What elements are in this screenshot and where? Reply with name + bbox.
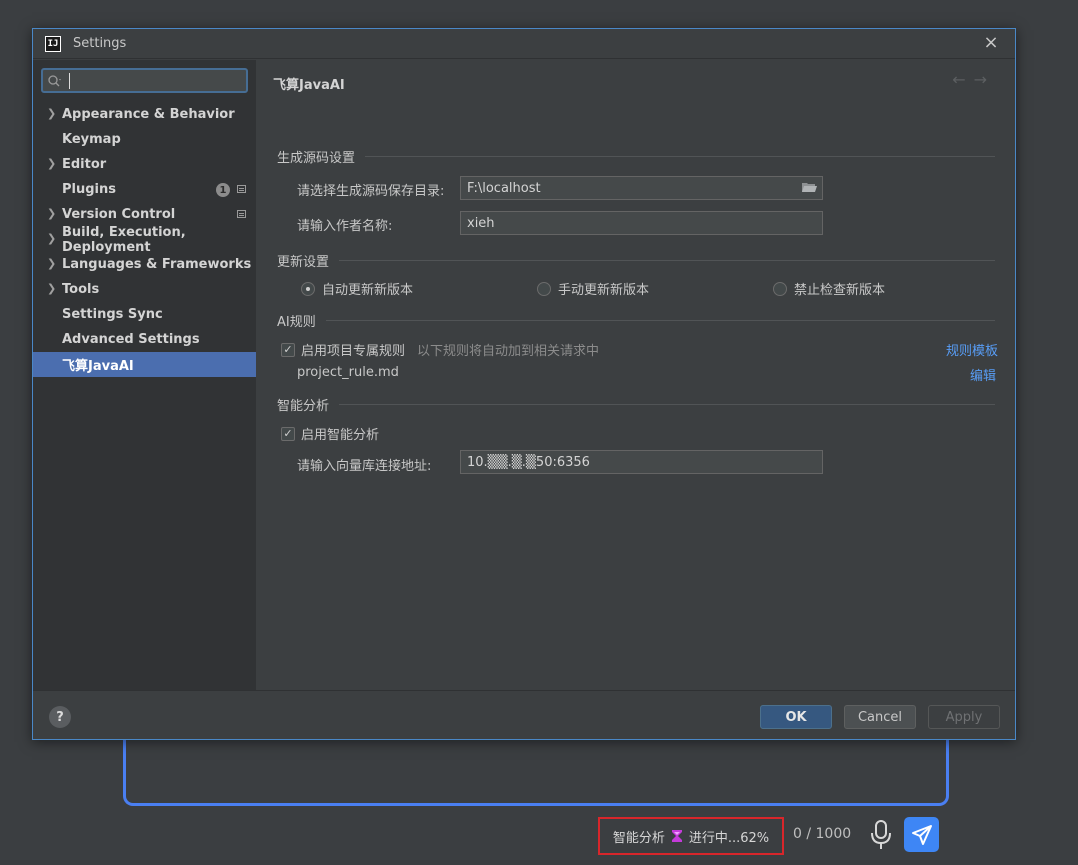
sidebar-item-feisuan-javaai[interactable]: 飞算JavaAI bbox=[33, 352, 256, 377]
checkmark-icon[interactable]: ✓ bbox=[281, 427, 295, 441]
char-counter: 0 / 1000 bbox=[793, 826, 851, 842]
divider bbox=[365, 156, 995, 157]
send-icon bbox=[911, 824, 933, 846]
microphone-icon[interactable] bbox=[868, 818, 894, 852]
sidebar-item-version-control[interactable]: ❯Version Control bbox=[33, 202, 256, 227]
radio-icon[interactable] bbox=[537, 282, 551, 296]
dialog-footer: ? OK Cancel Apply bbox=[33, 690, 1015, 739]
rule-template-link[interactable]: 规则模板 bbox=[946, 340, 998, 359]
cancel-button[interactable]: Cancel bbox=[844, 705, 916, 729]
section-update: 更新设置 bbox=[277, 251, 995, 270]
radio-disable-update[interactable]: 禁止检查新版本 bbox=[773, 279, 885, 298]
section-generate: 生成源码设置 bbox=[277, 147, 995, 166]
text-caret bbox=[69, 73, 70, 89]
project-settings-icon bbox=[237, 210, 246, 218]
chevron-right-icon[interactable]: ❯ bbox=[47, 207, 56, 220]
sidebar-item-plugins[interactable]: Plugins1 bbox=[33, 177, 256, 202]
settings-sidebar: ❯Appearance & Behavior Keymap ❯Editor Pl… bbox=[33, 60, 256, 690]
folder-icon[interactable] bbox=[802, 182, 817, 193]
send-button[interactable] bbox=[904, 817, 939, 852]
edit-link[interactable]: 编辑 bbox=[970, 365, 996, 384]
rule-hint: 以下规则将自动加到相关请求中 bbox=[417, 340, 599, 359]
back-arrow-icon[interactable]: ← bbox=[952, 70, 973, 89]
divider bbox=[339, 260, 995, 261]
author-field[interactable]: xieh bbox=[460, 211, 823, 235]
checkmark-icon[interactable]: ✓ bbox=[281, 343, 295, 357]
radio-manual-update[interactable]: 手动更新新版本 bbox=[537, 279, 649, 298]
close-button[interactable]: × bbox=[983, 35, 999, 51]
chevron-right-icon[interactable]: ❯ bbox=[47, 232, 56, 245]
save-dir-label: 请选择生成源码保存目录: bbox=[297, 180, 444, 199]
help-button[interactable]: ? bbox=[49, 706, 71, 728]
settings-content: 飞算JavaAI ←→ 生成源码设置 请选择生成源码保存目录: F:\local… bbox=[256, 60, 1015, 690]
settings-tree: ❯Appearance & Behavior Keymap ❯Editor Pl… bbox=[33, 102, 256, 377]
chevron-right-icon[interactable]: ❯ bbox=[47, 257, 56, 270]
chevron-right-icon[interactable]: ❯ bbox=[47, 157, 56, 170]
section-ai-rule: AI规则 bbox=[277, 311, 995, 330]
status-progress: 进行中...62% bbox=[689, 827, 769, 846]
author-label: 请输入作者名称: bbox=[297, 215, 392, 234]
dialog-title: Settings bbox=[73, 36, 126, 51]
chevron-right-icon[interactable]: ❯ bbox=[47, 107, 56, 120]
apply-button[interactable]: Apply bbox=[928, 705, 1000, 729]
section-smart-analysis: 智能分析 bbox=[277, 395, 995, 414]
ok-button[interactable]: OK bbox=[760, 705, 832, 729]
sidebar-item-keymap[interactable]: Keymap bbox=[33, 127, 256, 152]
project-settings-icon bbox=[237, 185, 246, 193]
radio-auto-update[interactable]: 自动更新新版本 bbox=[301, 279, 413, 298]
rule-file-name: project_rule.md bbox=[297, 365, 399, 380]
forward-arrow-icon[interactable]: → bbox=[974, 70, 995, 89]
history-nav: ←→ bbox=[952, 70, 995, 89]
chevron-right-icon[interactable]: ❯ bbox=[47, 282, 56, 295]
title-bar: IJ Settings × bbox=[33, 29, 1015, 59]
save-dir-field[interactable]: F:\localhost bbox=[460, 176, 823, 200]
sidebar-item-languages[interactable]: ❯Languages & Frameworks bbox=[33, 252, 256, 277]
enable-rule-checkbox[interactable]: ✓ 启用项目专属规则 以下规则将自动加到相关请求中 bbox=[281, 340, 599, 359]
sidebar-item-appearance[interactable]: ❯Appearance & Behavior bbox=[33, 102, 256, 127]
search-icon bbox=[47, 74, 63, 88]
page-title: 飞算JavaAI bbox=[273, 74, 345, 93]
divider bbox=[326, 320, 995, 321]
search-input[interactable] bbox=[41, 68, 248, 93]
update-count-badge: 1 bbox=[216, 183, 230, 197]
intellij-logo-icon: IJ bbox=[45, 36, 61, 52]
sidebar-item-editor[interactable]: ❯Editor bbox=[33, 152, 256, 177]
sidebar-item-tools[interactable]: ❯Tools bbox=[33, 277, 256, 302]
status-label: 智能分析 bbox=[613, 827, 665, 846]
sidebar-item-advanced[interactable]: Advanced Settings bbox=[33, 327, 256, 352]
settings-dialog: IJ Settings × ❯Appearance & Behavior Key… bbox=[32, 28, 1016, 740]
radio-icon[interactable] bbox=[773, 282, 787, 296]
vector-db-label: 请输入向量库连接地址: bbox=[297, 455, 431, 474]
analysis-status: 智能分析 进行中...62% bbox=[598, 817, 784, 855]
radio-selected-icon[interactable] bbox=[301, 282, 315, 296]
hourglass-icon bbox=[671, 829, 683, 843]
divider bbox=[339, 404, 995, 405]
vector-db-field[interactable]: 10.▒▒.▒.▒50:6356 bbox=[460, 450, 823, 474]
sidebar-item-settings-sync[interactable]: Settings Sync bbox=[33, 302, 256, 327]
enable-smart-checkbox[interactable]: ✓ 启用智能分析 bbox=[281, 424, 379, 443]
sidebar-item-build[interactable]: ❯Build, Execution, Deployment bbox=[33, 227, 256, 252]
